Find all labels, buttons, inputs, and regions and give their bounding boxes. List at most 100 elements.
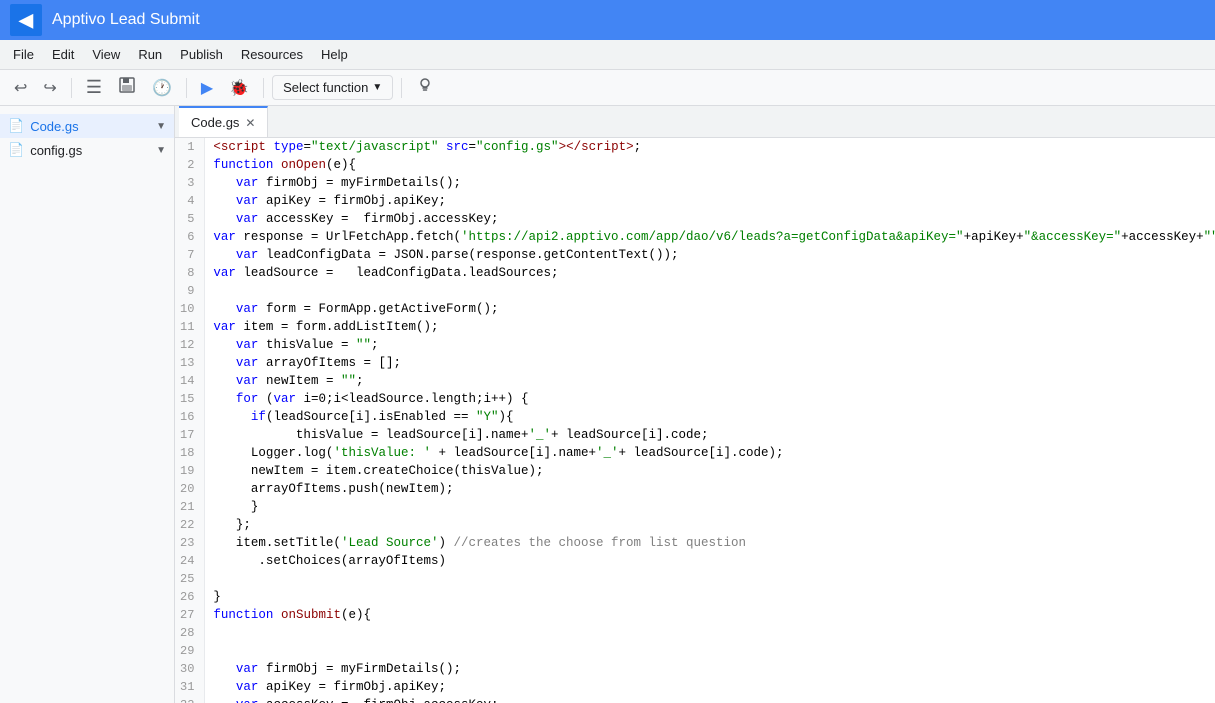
tab-code-gs[interactable]: Code.gs ✕ [179,106,268,137]
dropdown-arrow-icon: ▼ [156,145,166,156]
table-row: 24 .setChoices(arrayOfItems) [175,552,1215,570]
redo-button[interactable]: ↪ [37,74,62,102]
line-number: 28 [175,624,205,642]
sidebar-item-code-gs[interactable]: 📄 Code.gs ▼ [0,114,174,138]
bug-icon: 🐞 [229,78,249,98]
table-row: 5 var accessKey = firmObj.accessKey; [175,210,1215,228]
sidebar-item-label: Code.gs [30,119,78,134]
table-row: 26} [175,588,1215,606]
line-number: 9 [175,282,205,300]
select-function-label: Select function [283,80,368,95]
line-number: 15 [175,390,205,408]
run-button[interactable]: ▶ [195,74,219,102]
app-header: ◀ Apptivo Lead Submit [0,0,1215,40]
bulb-button[interactable] [410,72,440,103]
table-row: 12 var thisValue = ""; [175,336,1215,354]
separator-1 [71,78,72,98]
table-row: 4 var apiKey = firmObj.apiKey; [175,192,1215,210]
line-number: 3 [175,174,205,192]
sidebar: 📄 Code.gs ▼ 📄 config.gs ▼ [0,106,175,703]
save-icon [118,76,136,99]
table-row: 16 if(leadSource[i].isEnabled == "Y"){ [175,408,1215,426]
line-number: 30 [175,660,205,678]
menu-file[interactable]: File [5,43,42,66]
line-number: 14 [175,372,205,390]
code-line: newItem = item.createChoice(thisValue); [205,462,1215,480]
list-icon: ☰ [86,77,102,98]
code-line: var item = form.addListItem(); [205,318,1215,336]
table-row: 10 var form = FormApp.getActiveForm(); [175,300,1215,318]
line-number: 16 [175,408,205,426]
menu-view[interactable]: View [84,43,128,66]
line-number: 21 [175,498,205,516]
table-row: 32 var accessKey = firmObj.accessKey; [175,696,1215,703]
menu-help[interactable]: Help [313,43,356,66]
line-number: 8 [175,264,205,282]
table-row: 9 [175,282,1215,300]
table-row: 1<script type="text/javascript" src="con… [175,138,1215,156]
line-number: 23 [175,534,205,552]
code-line: thisValue = leadSource[i].name+'_'+ lead… [205,426,1215,444]
menu-edit[interactable]: Edit [44,43,82,66]
save-button[interactable] [112,72,142,103]
show-list-button[interactable]: ☰ [80,73,108,102]
table-row: 14 var newItem = ""; [175,372,1215,390]
sidebar-item-config-gs[interactable]: 📄 config.gs ▼ [0,138,174,162]
table-row: 17 thisValue = leadSource[i].name+'_'+ l… [175,426,1215,444]
line-number: 24 [175,552,205,570]
line-number: 31 [175,678,205,696]
code-line: } [205,588,1215,606]
table-row: 13 var arrayOfItems = []; [175,354,1215,372]
code-line: <script type="text/javascript" src="conf… [205,138,1215,156]
code-line: var newItem = ""; [205,372,1215,390]
menu-resources[interactable]: Resources [233,43,311,66]
table-row: 22 }; [175,516,1215,534]
redo-icon: ↪ [43,78,56,98]
code-line: if(leadSource[i].isEnabled == "Y"){ [205,408,1215,426]
history-button[interactable]: 🕐 [146,74,178,102]
separator-3 [263,78,264,98]
clock-icon: 🕐 [152,78,172,98]
code-line: var thisValue = ""; [205,336,1215,354]
undo-button[interactable]: ↩ [8,74,33,102]
table-row: 21 } [175,498,1215,516]
code-line: var apiKey = firmObj.apiKey; [205,678,1215,696]
editor-area: Code.gs ✕ 1<script type="text/javascript… [175,106,1215,703]
table-row: 30 var firmObj = myFirmDetails(); [175,660,1215,678]
line-number: 4 [175,192,205,210]
code-line: var leadConfigData = JSON.parse(response… [205,246,1215,264]
code-line: for (var i=0;i<leadSource.length;i++) { [205,390,1215,408]
select-function-button[interactable]: Select function ▼ [272,75,393,100]
code-line: var firmObj = myFirmDetails(); [205,660,1215,678]
tab-close-icon[interactable]: ✕ [245,116,255,130]
table-row: 6var response = UrlFetchApp.fetch('https… [175,228,1215,246]
code-line: } [205,498,1215,516]
line-number: 2 [175,156,205,174]
code-editor[interactable]: 1<script type="text/javascript" src="con… [175,138,1215,703]
table-row: 19 newItem = item.createChoice(thisValue… [175,462,1215,480]
table-row: 20 arrayOfItems.push(newItem); [175,480,1215,498]
code-line: item.setTitle('Lead Source') //creates t… [205,534,1215,552]
line-number: 17 [175,426,205,444]
toolbar: ↩ ↪ ☰ 🕐 ▶ 🐞 Select function ▼ [0,70,1215,106]
menu-run[interactable]: Run [130,43,170,66]
table-row: 29 [175,642,1215,660]
back-button[interactable]: ◀ [10,4,42,36]
code-line: var leadSource = leadConfigData.leadSour… [205,264,1215,282]
table-row: 3 var firmObj = myFirmDetails(); [175,174,1215,192]
table-row: 11var item = form.addListItem(); [175,318,1215,336]
line-number: 19 [175,462,205,480]
code-line: .setChoices(arrayOfItems) [205,552,1215,570]
code-line: var accessKey = firmObj.accessKey; [205,210,1215,228]
dropdown-arrow-icon: ▼ [156,121,166,132]
debug-button[interactable]: 🐞 [223,74,255,102]
line-number: 18 [175,444,205,462]
menu-publish[interactable]: Publish [172,43,231,66]
table-row: 7 var leadConfigData = JSON.parse(respon… [175,246,1215,264]
separator-2 [186,78,187,98]
file-icon: 📄 [8,118,24,134]
line-number: 6 [175,228,205,246]
code-line: arrayOfItems.push(newItem); [205,480,1215,498]
table-row: 18 Logger.log('thisValue: ' + leadSource… [175,444,1215,462]
tabs-bar: Code.gs ✕ [175,106,1215,138]
